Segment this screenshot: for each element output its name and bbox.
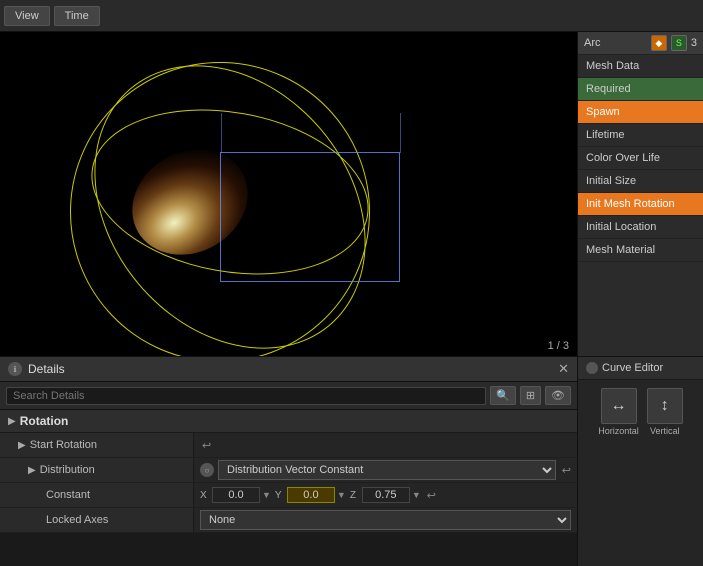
bounding-box [220, 152, 400, 282]
panel-item-initial-size[interactable]: Initial Size [578, 170, 703, 193]
distribution-value: ○ Distribution Vector Constant ↩ [194, 458, 577, 482]
coord-y-field: Y ▼ [275, 487, 346, 503]
panel-item-initial-location[interactable]: Initial Location [578, 216, 703, 239]
rotation-arrow: ▶ [8, 416, 16, 427]
coord-x-label: X [200, 490, 210, 501]
start-rotation-arrow: ▶ [18, 440, 26, 451]
coord-y-input[interactable] [287, 487, 335, 503]
constant-reset[interactable]: ↩ [427, 489, 436, 502]
curve-editor-buttons: ↔ Horizontal ↕ Vertical [578, 380, 703, 444]
panel-item-spawn[interactable]: Spawn [578, 101, 703, 124]
constant-value: X ▼ Y ▼ Z ▼ ↩ [194, 483, 577, 507]
top-bar: View Time [0, 0, 703, 32]
bottom-area: ℹ Details ✕ 🔍 ⊞ 👁 ▶ Rotation ▶ Start Rot… [0, 356, 703, 566]
view-button[interactable]: View [4, 6, 50, 26]
arc-icon-orange[interactable]: ◆ [651, 35, 667, 51]
coord-z-label: Z [350, 490, 360, 501]
vertical-label: Vertical [650, 426, 680, 436]
details-panel: ℹ Details ✕ 🔍 ⊞ 👁 ▶ Rotation ▶ Start Rot… [0, 356, 577, 566]
coord-y-arrow[interactable]: ▼ [337, 490, 346, 500]
locked-axes-row: Locked Axes None [0, 508, 577, 533]
coord-y-label: Y [275, 490, 285, 501]
details-search-input[interactable] [6, 387, 486, 405]
arc-icon-s[interactable]: S [671, 35, 687, 51]
details-close-button[interactable]: ✕ [558, 361, 569, 377]
grid-view-button[interactable]: ⊞ [520, 386, 541, 405]
distribution-row: ▶ Distribution ○ Distribution Vector Con… [0, 458, 577, 483]
visibility-button[interactable]: 👁 [545, 386, 571, 405]
coord-z-input[interactable] [362, 487, 410, 503]
panel-item-mesh-data[interactable]: Mesh Data [578, 55, 703, 78]
curve-editor-label: Curve Editor [578, 357, 703, 380]
locked-axes-value: None [194, 508, 577, 532]
start-rotation-label: ▶ Start Rotation [0, 433, 194, 457]
panel-item-lifetime[interactable]: Lifetime [578, 124, 703, 147]
arc-number: 3 [691, 37, 697, 49]
locked-axes-label: Locked Axes [0, 508, 194, 532]
vertical-btn-group: ↕ Vertical [647, 388, 683, 436]
panel-item-init-mesh-rotation[interactable]: Init Mesh Rotation [578, 193, 703, 216]
panel-item-color-over-life[interactable]: Color Over Life [578, 147, 703, 170]
search-button[interactable]: 🔍 [490, 386, 516, 405]
viewport-counter: 1 / 3 [548, 340, 569, 352]
details-search-bar: 🔍 ⊞ 👁 [0, 382, 577, 410]
horizontal-button[interactable]: ↔ [601, 388, 637, 424]
coord-z-arrow[interactable]: ▼ [412, 490, 421, 500]
curve-editor-panel: Curve Editor ↔ Horizontal ↕ Vertical [577, 356, 703, 566]
details-title: Details [28, 362, 552, 376]
coord-x-field: X ▼ [200, 487, 271, 503]
panel-item-mesh-material[interactable]: Mesh Material [578, 239, 703, 262]
time-button[interactable]: Time [54, 6, 100, 26]
main-area: 1 / 3 Arc ◆ S 3 Mesh Data Required Spawn… [0, 32, 703, 356]
particle-scene: 1 / 3 [0, 32, 577, 356]
arc-label: Arc [584, 37, 647, 49]
horizontal-label: Horizontal [598, 426, 639, 436]
horizontal-btn-group: ↔ Horizontal [598, 388, 639, 436]
details-header: ℹ Details ✕ [0, 357, 577, 382]
details-icon: ℹ [8, 362, 22, 376]
panel-item-required[interactable]: Required [578, 78, 703, 101]
panel-list: Mesh Data Required Spawn Lifetime Color … [578, 55, 703, 356]
coord-z-field: Z ▼ [350, 487, 421, 503]
start-rotation-row: ▶ Start Rotation ↩ [0, 433, 577, 458]
viewport-canvas: 1 / 3 [0, 32, 577, 356]
distribution-label: ▶ Distribution [0, 458, 194, 482]
constant-label: Constant [0, 483, 194, 507]
right-panel: Arc ◆ S 3 Mesh Data Required Spawn Lifet… [577, 32, 703, 356]
start-rotation-value: ↩ [194, 433, 577, 457]
locked-axes-select[interactable]: None [200, 510, 571, 530]
rotation-section-label: Rotation [20, 414, 69, 428]
distribution-arrow: ▶ [28, 465, 36, 476]
distribution-icon: ○ [200, 463, 214, 477]
constant-row: Constant X ▼ Y ▼ Z [0, 483, 577, 508]
distribution-select[interactable]: Distribution Vector Constant [218, 460, 556, 480]
arc-header: Arc ◆ S 3 [578, 32, 703, 55]
viewport: 1 / 3 [0, 32, 577, 356]
details-content: ▶ Rotation ▶ Start Rotation ↩ ▶ Distribu… [0, 410, 577, 566]
coord-x-input[interactable] [212, 487, 260, 503]
start-rotation-reset[interactable]: ↩ [202, 439, 211, 452]
distribution-reset[interactable]: ↩ [562, 464, 571, 477]
curve-editor-icon [586, 362, 598, 374]
coord-x-arrow[interactable]: ▼ [262, 490, 271, 500]
rotation-section-header[interactable]: ▶ Rotation [0, 410, 577, 433]
vertical-button[interactable]: ↕ [647, 388, 683, 424]
